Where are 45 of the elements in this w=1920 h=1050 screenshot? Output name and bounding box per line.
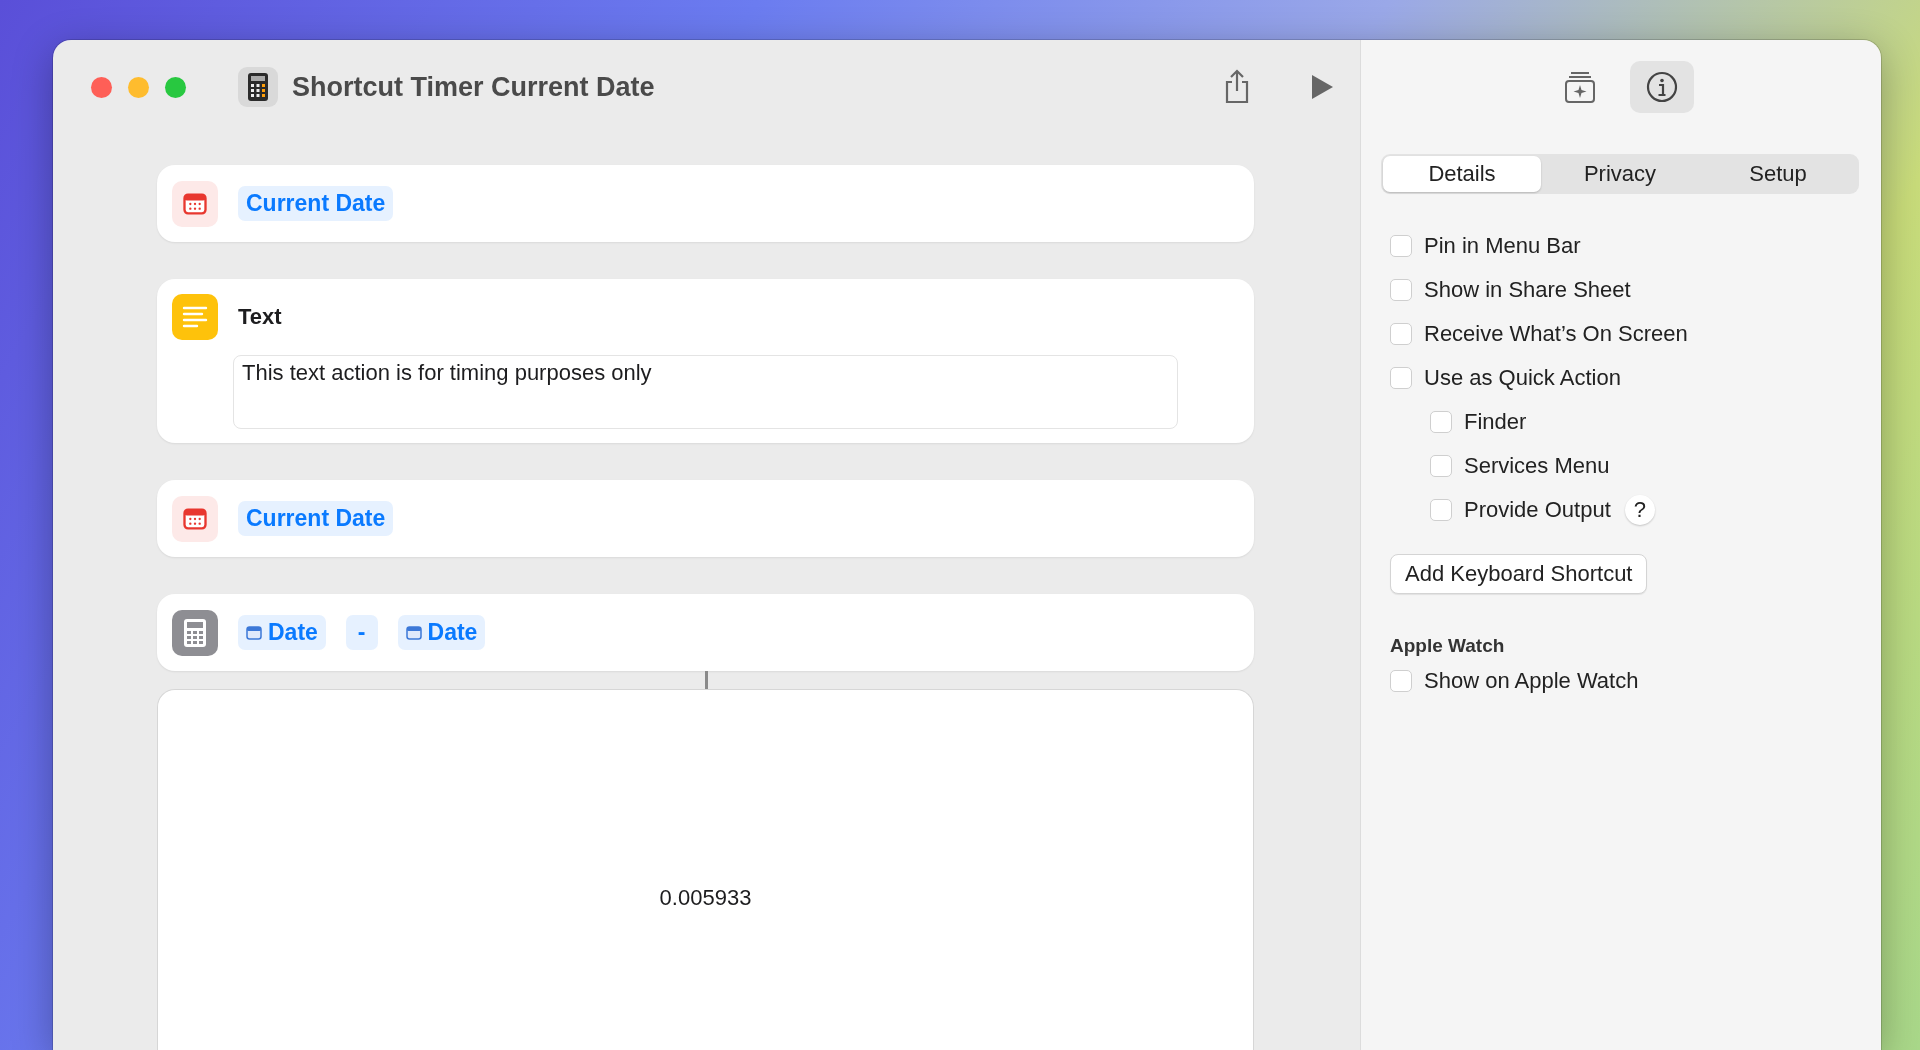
- result-value: 0.005933: [659, 885, 752, 911]
- tab[interactable]: Privacy: [1541, 156, 1699, 192]
- calendar-icon: [246, 625, 262, 640]
- section-heading: Apple Watch: [1390, 635, 1506, 657]
- checkbox-label: Use as Quick Action: [1424, 365, 1621, 391]
- calculator-icon: [238, 67, 278, 107]
- checkbox-label: Provide Output: [1464, 497, 1611, 523]
- checkbox-label: Finder: [1464, 409, 1527, 435]
- checkbox[interactable]: [1430, 411, 1452, 433]
- variable-token[interactable]: Current Date: [238, 186, 394, 221]
- checkbox[interactable]: [1390, 235, 1412, 257]
- checkbox-label: Receive What’s On Screen: [1424, 321, 1688, 347]
- tab[interactable]: Details: [1383, 156, 1541, 192]
- window-title: Shortcut Timer Current Date: [292, 71, 656, 103]
- checkbox[interactable]: [1390, 367, 1412, 389]
- checkbox[interactable]: [1390, 323, 1412, 345]
- add-keyboard-shortcut-button[interactable]: Add Keyboard Shortcut: [1390, 554, 1648, 594]
- close-button[interactable]: [91, 76, 112, 98]
- operator-token[interactable]: -: [345, 615, 378, 650]
- token-label: Date: [427, 619, 478, 646]
- checkbox-label: Pin in Menu Bar: [1424, 233, 1581, 259]
- info-icon: [1645, 70, 1679, 104]
- text-input-field[interactable]: This text action is for timing purposes only: [233, 355, 1178, 429]
- token-label: Date: [268, 619, 318, 646]
- info-button[interactable]: [1630, 61, 1694, 113]
- variable-token[interactable]: Date: [397, 615, 486, 650]
- variable-token[interactable]: Date: [238, 615, 326, 650]
- checkbox-label: Show in Share Sheet: [1424, 277, 1631, 303]
- checkbox[interactable]: [1430, 455, 1452, 477]
- minimize-button[interactable]: [128, 76, 149, 98]
- help-button[interactable]: ?: [1624, 495, 1655, 525]
- zoom-button[interactable]: [165, 76, 186, 98]
- checkbox[interactable]: [1390, 670, 1412, 692]
- text-lines-icon: [172, 294, 218, 340]
- checkbox-label: Show on Apple Watch: [1424, 668, 1639, 694]
- tab[interactable]: Setup: [1699, 156, 1857, 192]
- checkbox-label: Services Menu: [1464, 453, 1610, 479]
- checkbox[interactable]: [1390, 279, 1412, 301]
- action-title: Text: [238, 304, 282, 330]
- checkbox[interactable]: [1430, 499, 1452, 521]
- calculator-icon: [172, 609, 218, 656]
- variable-token[interactable]: Current Date: [238, 501, 394, 536]
- calendar-icon: [405, 625, 422, 640]
- stack-sparkle-icon: [1563, 70, 1597, 104]
- play-icon[interactable]: [1310, 74, 1334, 100]
